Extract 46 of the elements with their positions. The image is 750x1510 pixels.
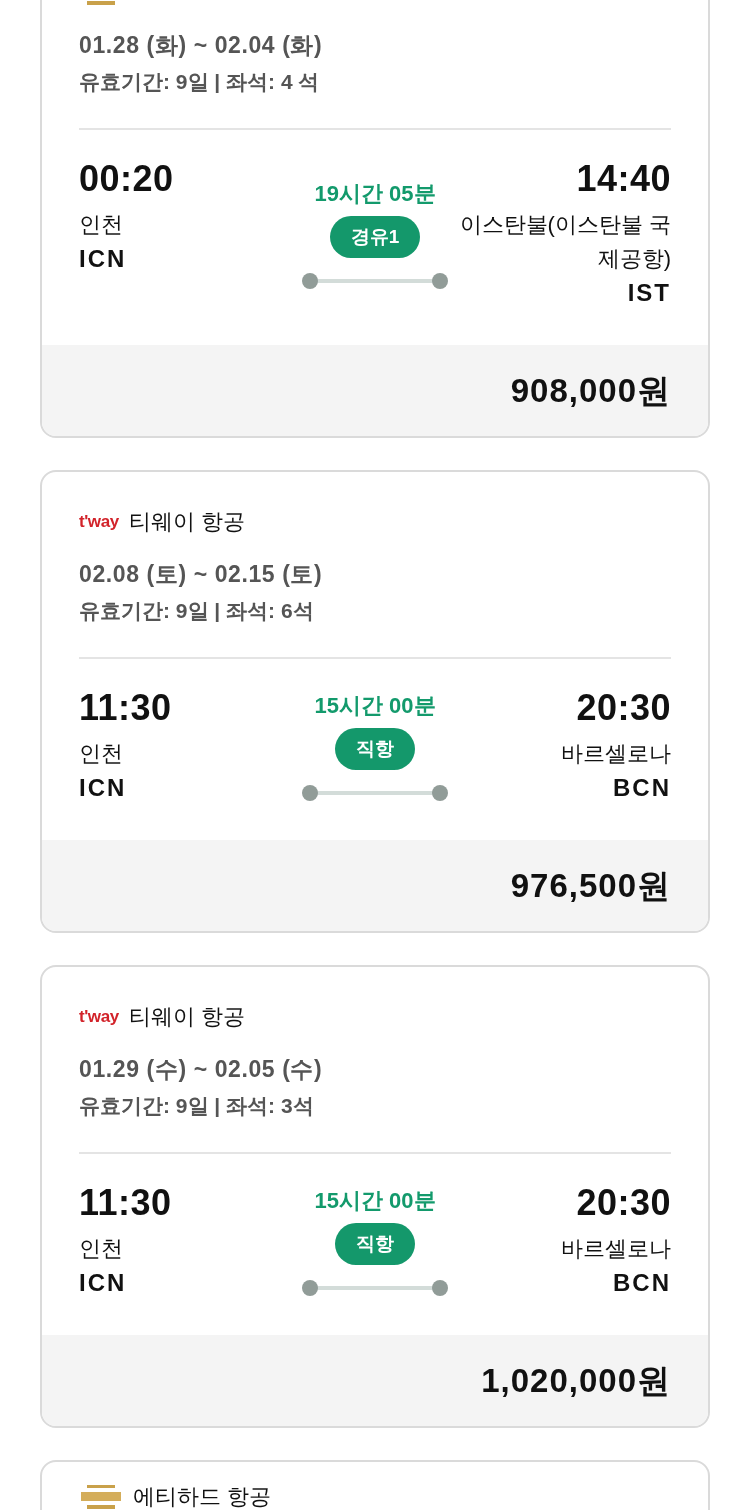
airline-logo: t'way [79, 1007, 119, 1027]
departure-time: 11:30 [79, 688, 172, 728]
airline-logo: t'way [79, 512, 119, 532]
travel-dates: 01.29 (수) ~ 02.05 (수) [79, 1055, 324, 1084]
arrival-code: IST [627, 278, 671, 308]
arrival-time: 14:40 [576, 159, 671, 199]
departure-code: ICN [79, 1268, 127, 1298]
route-line-icon [302, 785, 448, 801]
departure-code: ICN [79, 244, 127, 274]
airline-name: 티웨이 항공 [128, 1003, 245, 1031]
flight-card[interactable]: t'way 티웨이 항공 02.08 (토) ~ 02.15 (토) 유효기간: 9일 | 좌석: 6석 11:30 인천 ICN 15시간 00분 직항 20:30 바르셀로나 BCN 976,500원 [40, 470, 710, 933]
airline-name: 티웨이 항공 [128, 508, 245, 536]
crest-logo-icon [79, 1484, 123, 1510]
route-line-icon [302, 1280, 448, 1296]
fare-price: 1,020,000원 [481, 1360, 671, 1401]
arrival-city: 바르셀로나 [561, 740, 671, 768]
stop-badge: 직항 [335, 728, 415, 770]
arrival-code: BCN [613, 773, 671, 803]
departure-time: 00:20 [79, 159, 174, 199]
departure-city: 인천 [79, 211, 123, 239]
departure-code: ICN [79, 773, 127, 803]
flight-duration: 15시간 00분 [314, 692, 436, 720]
flight-card[interactable]: t'way 티웨이 항공 01.29 (수) ~ 02.05 (수) 유효기간: 9일 | 좌석: 3석 11:30 인천 ICN 15시간 00분 직항 20:30 바르셀로나 BCN 1,020,000원 [40, 965, 710, 1428]
departure-time: 11:30 [79, 1183, 172, 1223]
flight-card[interactable]: 01.28 (화) ~ 02.04 (화) 유효기간: 9일 | 좌석: 4 석 00:20 인천 ICN 19시간 05분 경유1 14:40 이스탄불(이스탄불 국제공항) IST 908,000원 [40, 0, 710, 438]
flight-duration: 15시간 00분 [314, 1187, 436, 1215]
validity-seats: 유효기간: 9일 | 좌석: 4 석 [79, 66, 671, 98]
travel-dates: 02.08 (토) ~ 02.15 (토) [79, 560, 324, 589]
fare-price: 908,000원 [510, 370, 671, 411]
arrival-time: 20:30 [576, 688, 671, 728]
arrival-city: 바르셀로나 [561, 1235, 671, 1263]
airline-name: 에티하드 항공 [133, 1483, 272, 1510]
departure-city: 인천 [79, 1235, 123, 1263]
stop-badge: 경유1 [329, 216, 421, 258]
departure-city: 인천 [79, 740, 123, 768]
arrival-city: 이스탄불(이스탄불 국제공항) [458, 211, 671, 273]
fare-price: 976,500원 [510, 865, 671, 906]
flight-card[interactable]: 에티하드 항공 [40, 1460, 710, 1510]
flight-duration: 19시간 05분 [314, 180, 436, 208]
arrival-time: 20:30 [576, 1183, 671, 1223]
route-line-icon [302, 273, 448, 289]
travel-dates: 01.28 (화) ~ 02.04 (화) [79, 31, 324, 60]
stop-badge: 직항 [335, 1223, 415, 1265]
validity-seats: 유효기간: 9일 | 좌석: 6석 [79, 595, 671, 627]
validity-seats: 유효기간: 9일 | 좌석: 3석 [79, 1090, 671, 1122]
arrival-code: BCN [613, 1268, 671, 1298]
